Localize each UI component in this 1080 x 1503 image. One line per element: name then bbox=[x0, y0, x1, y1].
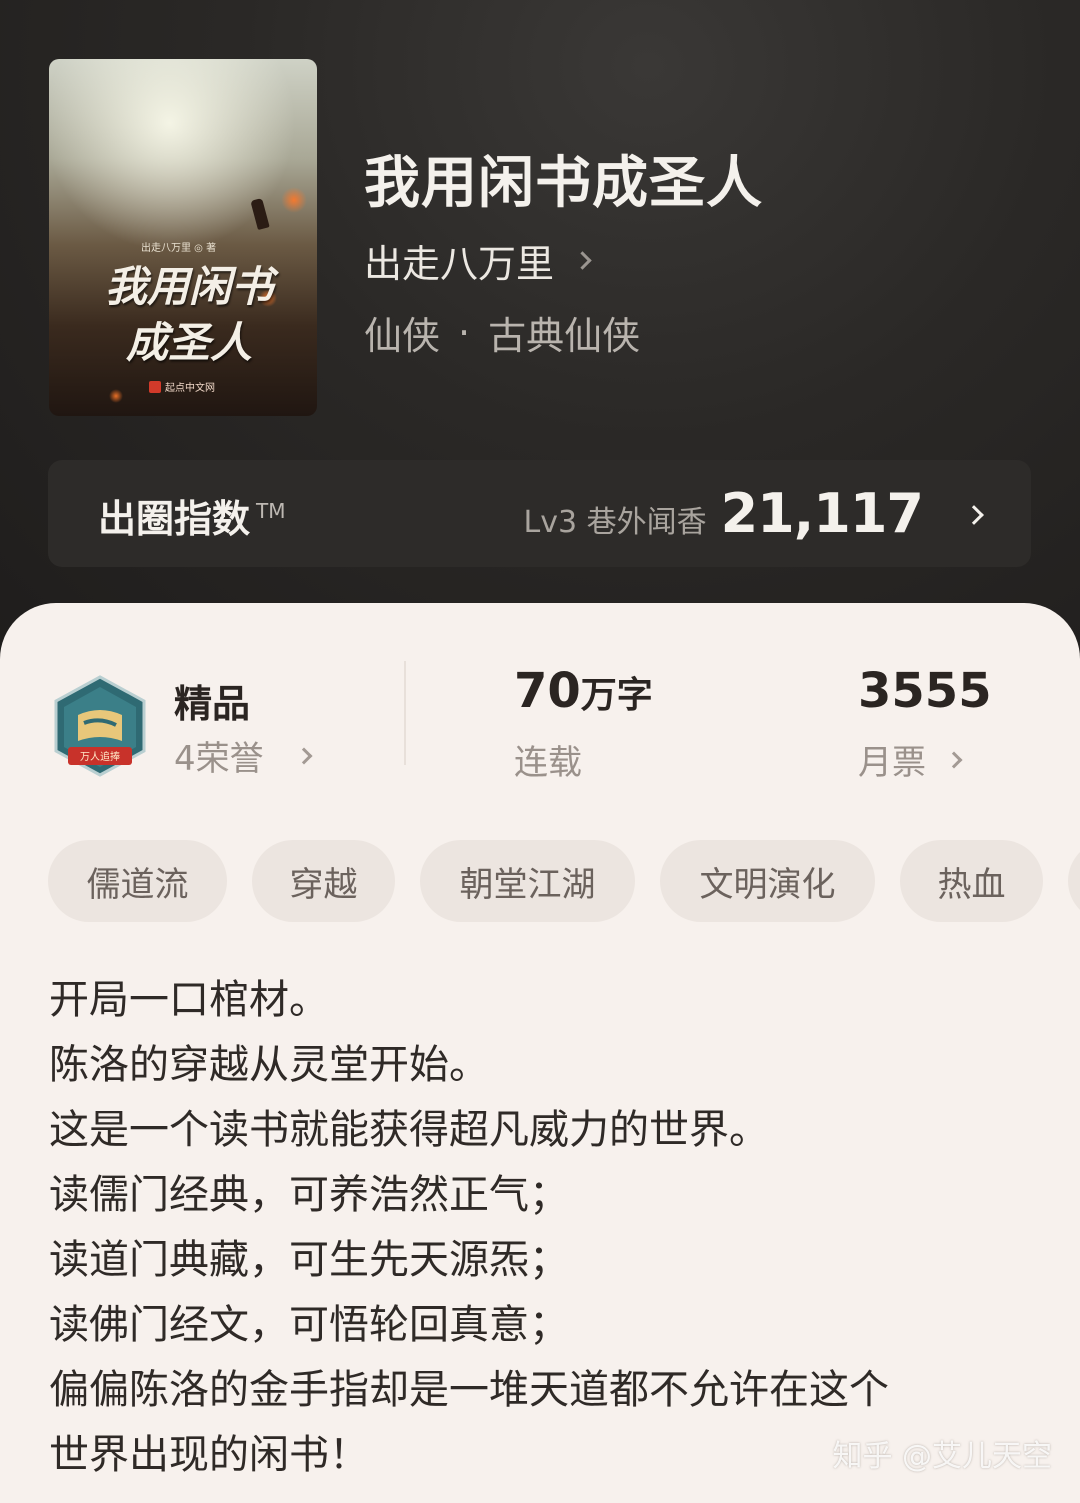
genre[interactable]: 仙侠 bbox=[364, 305, 440, 360]
honors-count: 4荣誉 bbox=[174, 739, 264, 779]
genre-line: 仙侠 · 古典仙侠 bbox=[364, 305, 640, 360]
cover-title: 我用闲书 成圣人 bbox=[79, 259, 299, 371]
trademark-mark: TM bbox=[256, 499, 286, 524]
stats-divider bbox=[404, 661, 406, 765]
book-cover[interactable]: 出走八万里 ◎ 著 我用闲书 成圣人 起点中文网 bbox=[49, 59, 317, 416]
description-line: 读儒门经典，可养浩然正气； bbox=[49, 1172, 569, 1218]
badge-ribbon-text: 万人追捧 bbox=[80, 750, 120, 763]
tag-chip[interactable]: 穿越 bbox=[252, 840, 395, 922]
index-level: Lv3 巷外闻香 bbox=[523, 505, 707, 540]
word-count-value: 70 bbox=[514, 663, 581, 719]
index-score: Lv3 巷外闻香 21,117 bbox=[523, 482, 984, 545]
cover-publisher: 起点中文网 bbox=[149, 379, 215, 394]
monthly-tickets-count: 3555 bbox=[858, 663, 992, 719]
genre-separator: · bbox=[458, 310, 471, 355]
chevron-right-icon bbox=[295, 747, 313, 764]
tag-chip-partial[interactable] bbox=[1068, 840, 1080, 922]
description-line: 开局一口棺材。 bbox=[49, 977, 329, 1023]
popularity-index-bar[interactable]: 出圈指数 TM Lv3 巷外闻香 21,117 bbox=[48, 460, 1031, 567]
tag-chip[interactable]: 文明演化 bbox=[660, 840, 875, 922]
word-count-unit: 万字 bbox=[580, 675, 653, 716]
tag-chip[interactable]: 热血 bbox=[900, 840, 1043, 922]
monthly-tickets-link[interactable]: 月票 bbox=[858, 735, 963, 784]
tag-chip[interactable]: 儒道流 bbox=[48, 840, 227, 922]
honors-link[interactable]: 4荣誉 bbox=[174, 731, 313, 780]
cover-ember bbox=[281, 187, 307, 213]
author-link[interactable]: 出走八万里 bbox=[364, 233, 592, 288]
cover-title-line: 我用闲书 bbox=[104, 262, 273, 311]
chevron-right-icon bbox=[964, 505, 984, 525]
description-line: 读道门典藏，可生先天源炁； bbox=[49, 1237, 569, 1283]
author-name: 出走八万里 bbox=[364, 242, 555, 286]
chevron-right-icon bbox=[945, 751, 963, 768]
cover-ember bbox=[109, 389, 123, 403]
index-label-text: 出圈指数 bbox=[98, 497, 251, 541]
description-line: 陈洛的穿越从灵堂开始。 bbox=[49, 1042, 489, 1088]
book-detail-sheet: 万人追捧 精品 4荣誉 70万字 连载 3555 月票 儒道流 穿越 朝堂江湖 … bbox=[0, 603, 1080, 1503]
tag-chip[interactable]: 朝堂江湖 bbox=[420, 840, 635, 922]
serial-status: 连载 bbox=[514, 743, 582, 783]
book-title: 我用闲书成圣人 bbox=[364, 150, 763, 216]
description-line: 偏偏陈洛的金手指却是一堆天道都不允许在这个 bbox=[49, 1367, 889, 1413]
book-header: 出走八万里 ◎ 著 我用闲书 成圣人 起点中文网 我用闲书成圣人 出走八万里 仙… bbox=[0, 0, 1080, 660]
badge-name: 精品 bbox=[174, 682, 251, 726]
cover-title-line: 成圣人 bbox=[125, 318, 252, 367]
description-line: 读佛门经文，可悟轮回真意； bbox=[49, 1302, 569, 1348]
cover-author: 出走八万里 ◎ 著 bbox=[141, 243, 217, 254]
quality-badge-icon[interactable]: 万人追捧 bbox=[50, 675, 150, 781]
publisher-logo-icon bbox=[149, 380, 161, 393]
description-line: 这是一个读书就能获得超凡威力的世界。 bbox=[49, 1107, 769, 1153]
index-label: 出圈指数 TM bbox=[98, 488, 286, 543]
monthly-tickets-label: 月票 bbox=[858, 743, 926, 783]
word-count: 70万字 bbox=[514, 663, 653, 719]
tag-list: 儒道流 穿越 朝堂江湖 文明演化 热血 bbox=[48, 840, 1080, 922]
chevron-right-icon bbox=[573, 251, 592, 270]
watermark: 知乎 @艾儿天空 bbox=[832, 1439, 1052, 1474]
publisher-name: 起点中文网 bbox=[165, 383, 215, 394]
index-value: 21,117 bbox=[720, 482, 924, 545]
subgenre[interactable]: 古典仙侠 bbox=[488, 305, 640, 360]
book-description: 开局一口棺材。 陈洛的穿越从灵堂开始。 这是一个读书就能获得超凡威力的世界。 读… bbox=[49, 968, 1039, 1488]
